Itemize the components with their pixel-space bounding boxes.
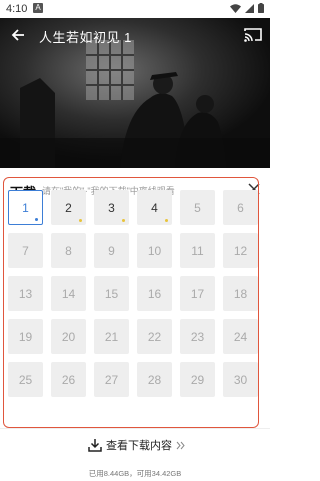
episode-number: 20 <box>61 329 76 344</box>
episode-number: 13 <box>18 286 33 301</box>
episode-number: 3 <box>108 200 115 215</box>
episode-number: 21 <box>104 329 119 344</box>
downloaded-indicator-dot <box>122 219 125 222</box>
episode-button[interactable]: 20 <box>51 319 86 354</box>
episode-number: 16 <box>147 286 162 301</box>
download-footer: 查看下载内容 已用8.44GB，可用34.42GB <box>0 428 270 481</box>
system-icons <box>230 3 264 13</box>
downloaded-indicator-dot <box>35 218 38 221</box>
episode-grid-container[interactable]: 1 2 3 4 5 6 7 8 9 10 11 12 13 14 15 16 17 18 19 20 21 22 23 24 2… <box>3 177 259 428</box>
episode-button[interactable]: 6 <box>223 190 258 225</box>
episode-number: 27 <box>104 372 119 387</box>
episode-button[interactable]: 10 <box>137 233 172 268</box>
episode-button[interactable]: 21 <box>94 319 129 354</box>
episode-button[interactable]: 28 <box>137 362 172 397</box>
episode-number: 15 <box>104 286 119 301</box>
episode-number: 30 <box>233 372 248 387</box>
episode-number: 23 <box>190 329 205 344</box>
cellular-signal-icon <box>245 3 254 13</box>
episode-number: 18 <box>233 286 248 301</box>
episode-number: 4 <box>151 200 158 215</box>
episode-number: 7 <box>22 243 29 258</box>
episode-number: 29 <box>190 372 205 387</box>
episode-number: 11 <box>191 243 204 258</box>
episode-grid: 1 2 3 4 5 6 7 8 9 10 11 12 13 14 15 16 17 18 19 20 21 22 23 24 2… <box>8 190 258 397</box>
episode-button[interactable]: 24 <box>223 319 258 354</box>
download-icon <box>88 439 102 452</box>
episode-number: 25 <box>18 372 33 387</box>
episode-number: 28 <box>147 372 162 387</box>
episode-button[interactable]: 8 <box>51 233 86 268</box>
video-title: 人生若如初见 1 <box>39 30 132 45</box>
downloaded-indicator-dot <box>165 219 168 222</box>
episode-button[interactable]: 23 <box>180 319 215 354</box>
episode-button[interactable]: 16 <box>137 276 172 311</box>
episode-button[interactable]: 1 <box>8 190 43 225</box>
view-downloads-label: 查看下载内容 <box>106 440 172 452</box>
episode-number: 6 <box>237 200 244 215</box>
episode-number: 14 <box>61 286 76 301</box>
episode-button[interactable]: 9 <box>94 233 129 268</box>
cast-icon[interactable] <box>244 27 262 43</box>
episode-number: 8 <box>65 243 72 258</box>
episode-button[interactable]: 2 <box>51 190 86 225</box>
storage-info: 已用8.44GB，可用34.42GB <box>88 469 182 478</box>
status-bar: 4:10 A <box>0 0 270 18</box>
wifi-icon <box>230 3 241 13</box>
notification-app-icon: A <box>33 3 43 13</box>
episode-button[interactable]: 11 <box>180 233 215 268</box>
episode-button[interactable]: 5 <box>180 190 215 225</box>
episode-button[interactable]: 17 <box>180 276 215 311</box>
episode-number: 12 <box>233 243 248 258</box>
episode-number: 26 <box>61 372 76 387</box>
episode-button[interactable]: 18 <box>223 276 258 311</box>
episode-button[interactable]: 15 <box>94 276 129 311</box>
episode-button[interactable]: 27 <box>94 362 129 397</box>
episode-number: 9 <box>108 243 115 258</box>
episode-button[interactable]: 29 <box>180 362 215 397</box>
episode-button[interactable]: 12 <box>223 233 258 268</box>
double-chevron-right-icon <box>176 441 185 449</box>
episode-button[interactable]: 14 <box>51 276 86 311</box>
episode-number: 10 <box>147 243 162 258</box>
video-header: 人生若如初见 1 <box>0 18 270 52</box>
battery-icon <box>258 3 264 13</box>
episode-button[interactable]: 3 <box>94 190 129 225</box>
episode-button[interactable]: 26 <box>51 362 86 397</box>
status-time: 4:10 <box>6 3 28 15</box>
episode-button[interactable]: 13 <box>8 276 43 311</box>
episode-button[interactable]: 4 <box>137 190 172 225</box>
back-arrow-icon[interactable] <box>10 27 26 43</box>
episode-button[interactable]: 7 <box>8 233 43 268</box>
downloaded-indicator-dot <box>79 219 82 222</box>
episode-button[interactable]: 25 <box>8 362 43 397</box>
episode-button[interactable]: 19 <box>8 319 43 354</box>
episode-number: 2 <box>65 200 72 215</box>
episode-number: 24 <box>233 329 248 344</box>
episode-button[interactable]: 22 <box>137 319 172 354</box>
episode-number: 22 <box>147 329 162 344</box>
view-downloads-button[interactable]: 查看下载内容 <box>88 435 185 455</box>
episode-number: 17 <box>190 286 205 301</box>
episode-button[interactable]: 30 <box>223 362 258 397</box>
episode-number: 19 <box>18 329 33 344</box>
episode-number: 5 <box>194 200 201 215</box>
episode-number: 1 <box>22 200 29 215</box>
